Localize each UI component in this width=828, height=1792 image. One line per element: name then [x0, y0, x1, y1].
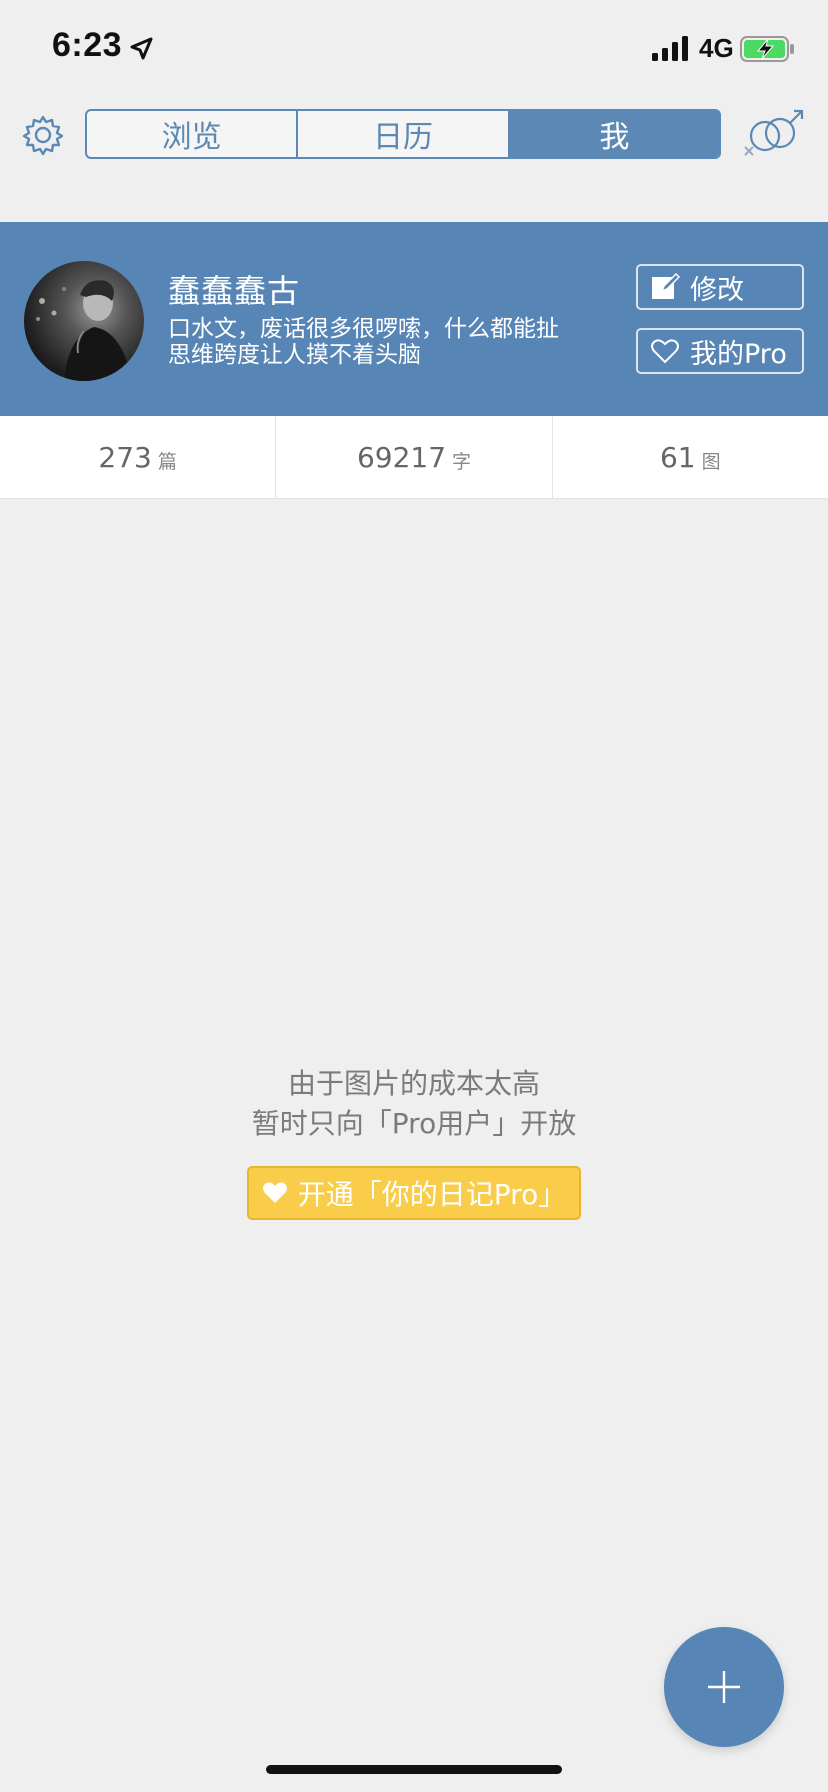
stat-images-unit: 图 — [701, 450, 721, 473]
stat-words-value: 69217 — [356, 440, 447, 474]
battery-charging-icon — [740, 36, 794, 62]
edit-profile-button[interactable]: 修改 — [636, 264, 804, 310]
profile-bio-line2: 思维跨度让人摸不着头脑 — [168, 342, 421, 368]
stat-words-unit: 字 — [452, 450, 472, 473]
notice-line1: 由于图片的成本太高 — [287, 1067, 540, 1100]
home-indicator[interactable] — [266, 1765, 562, 1774]
tab-calendar[interactable]: 日历 — [298, 111, 510, 157]
my-pro-button[interactable]: 我的Pro — [636, 328, 804, 374]
tab-browse[interactable]: 浏览 — [87, 111, 299, 157]
stat-words[interactable]: 69217 字 — [276, 416, 553, 498]
stat-images-value: 61 — [659, 440, 696, 474]
notice-line2: 暂时只向「Pro用户」开放 — [251, 1107, 577, 1140]
stat-posts-unit: 篇 — [157, 450, 177, 473]
profile-header: 蠢蠢蠢古 口水文，废话很多很啰嗦，什么都能扯 思维跨度让人摸不着头脑 修改 我的… — [0, 222, 828, 416]
plus-icon — [708, 1671, 740, 1703]
stat-images[interactable]: 61 图 — [553, 416, 828, 498]
heart-outline-icon — [651, 339, 679, 364]
status-time: 6:23 — [52, 26, 123, 64]
upgrade-pro-label: 开通「你的日记Pro」 — [297, 1178, 567, 1211]
pro-notice: 由于图片的成本太高 暂时只向「Pro用户」开放 — [0, 1064, 828, 1144]
profile-name: 蠢蠢蠢古 — [168, 272, 301, 310]
upgrade-pro-button[interactable]: 开通「你的日记Pro」 — [247, 1166, 581, 1220]
stat-posts[interactable]: 273 篇 — [0, 416, 277, 498]
profile-bio: 口水文，废话很多很啰嗦，什么都能扯 思维跨度让人摸不着头脑 — [168, 316, 598, 368]
signal-icon — [652, 36, 688, 61]
avatar-photo — [36, 280, 132, 381]
gear-icon[interactable] — [22, 114, 64, 156]
segmented-control: 浏览 日历 我 — [85, 109, 721, 159]
network-type: 4G — [699, 33, 734, 63]
tab-me[interactable]: 我 — [509, 111, 719, 157]
edit-profile-label: 修改 — [690, 274, 744, 306]
location-arrow-icon — [130, 37, 153, 60]
add-diary-button[interactable] — [664, 1627, 784, 1747]
avatar[interactable] — [24, 261, 144, 381]
gender-icon[interactable] — [740, 108, 806, 162]
profile-bio-line1: 口水文，废话很多很啰嗦，什么都能扯 — [168, 316, 559, 342]
my-pro-label: 我的Pro — [690, 338, 787, 370]
stat-posts-value: 273 — [98, 440, 152, 474]
stats-row: 273 篇 69217 字 61 图 — [0, 416, 828, 499]
top-nav: 浏览 日历 我 — [0, 96, 828, 222]
heart-icon — [262, 1182, 287, 1203]
status-bar: 6:23 4G — [0, 0, 828, 96]
edit-icon — [652, 272, 680, 299]
